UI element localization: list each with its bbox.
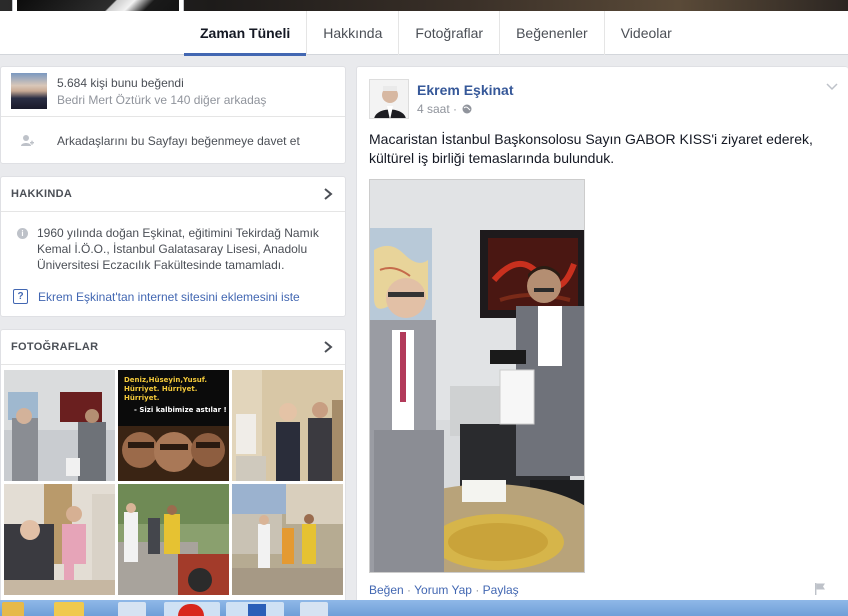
poster-line: Deniz,Hüseyin,Yusuf. xyxy=(124,376,208,384)
globe-icon[interactable] xyxy=(462,104,472,114)
post-timestamp[interactable]: 4 saat · xyxy=(417,102,457,116)
page-avatar[interactable] xyxy=(11,73,47,109)
photos-header[interactable]: FOTOĞRAFLAR xyxy=(1,330,345,365)
tab-about[interactable]: Hakkında xyxy=(307,11,400,55)
chevron-down-icon[interactable] xyxy=(826,83,838,91)
poster-text: Deniz,Hüseyin,Yusuf. Hürriyet. Hürriyet.… xyxy=(124,376,229,415)
poster-line: Hürriyet. Hürriyet. Hürriyet. xyxy=(124,385,198,402)
question-icon: ? xyxy=(13,289,28,304)
post-author-name[interactable]: Ekrem Eşkinat xyxy=(417,82,514,98)
actions-separator: · xyxy=(471,583,483,597)
photo-thumbnail[interactable] xyxy=(232,484,343,595)
photos-header-label: FOTOĞRAFLAR xyxy=(11,341,99,353)
likes-card: 5.684 kişi bunu beğendi Bedri Mert Öztür… xyxy=(0,66,346,164)
invite-friends-text: Arkadaşlarını bu Sayfayı beğenmeye davet… xyxy=(57,134,300,148)
tab-timeline[interactable]: Zaman Tüneli xyxy=(184,11,308,56)
photos-card: FOTOĞRAFLAR Deniz,Hüseyin,Yusuf. Hürriye… xyxy=(0,329,346,616)
avatar-image xyxy=(370,80,408,118)
actions-separator: · xyxy=(403,583,415,597)
likes-summary: 5.684 kişi bunu beğendi Bedri Mert Öztür… xyxy=(11,73,266,109)
taskbar-app-icon[interactable] xyxy=(226,602,284,616)
chevron-right-icon xyxy=(324,188,333,200)
likes-count[interactable]: 5.684 kişi bunu beğendi xyxy=(57,75,266,92)
tab-photos[interactable]: Fotoğraflar xyxy=(399,11,501,55)
ask-website-link[interactable]: Ekrem Eşkinat'tan internet sitesini ekle… xyxy=(38,290,300,304)
invite-friends-row[interactable]: Arkadaşlarını bu Sayfayı beğenmeye davet… xyxy=(19,133,300,149)
share-link[interactable]: Paylaş xyxy=(483,583,519,597)
tab-videos[interactable]: Videolar xyxy=(605,11,688,55)
post-card: Ekrem Eşkinat 4 saat · Macaristan İstanb… xyxy=(356,66,848,616)
photo-thumbnail[interactable] xyxy=(118,484,229,595)
tab-likes[interactable]: Beğenenler xyxy=(500,11,605,55)
photo-thumbnail[interactable]: Deniz,Hüseyin,Yusuf. Hürriyet. Hürriyet.… xyxy=(118,370,229,481)
photo-village xyxy=(232,484,343,595)
friends-like[interactable]: Bedri Mert Öztürk ve 140 diğer arkadaş xyxy=(57,92,266,109)
taskbar-app-icon[interactable] xyxy=(118,602,146,616)
page-nav-bar: Zaman Tüneli Hakkında Fotoğraflar Beğene… xyxy=(0,11,848,56)
chevron-right-icon xyxy=(324,341,333,353)
app-icon xyxy=(248,604,266,616)
divider xyxy=(1,116,345,117)
photo-thumbnail[interactable] xyxy=(4,370,115,481)
about-card: HAKKINDA i 1960 yılında doğan Eşkinat, e… xyxy=(0,176,346,317)
photo-street xyxy=(118,484,229,595)
photo-family xyxy=(4,484,115,595)
info-icon: i xyxy=(17,228,28,239)
like-link[interactable]: Beğen xyxy=(369,583,404,597)
ask-website-row[interactable]: ? Ekrem Eşkinat'tan internet sitesini ek… xyxy=(13,289,300,304)
taskbar-app-icon[interactable] xyxy=(2,602,24,616)
flag-icon[interactable] xyxy=(814,582,826,595)
photo-meeting xyxy=(4,370,115,481)
post-text: Macaristan İstanbul Başkonsolosu Sayın G… xyxy=(369,131,813,166)
browser-icon xyxy=(178,604,204,616)
about-header[interactable]: HAKKINDA xyxy=(1,177,345,212)
photo-thumbnail[interactable] xyxy=(232,370,343,481)
post-author-avatar[interactable] xyxy=(369,79,409,119)
comment-link[interactable]: Yorum Yap xyxy=(414,583,472,597)
taskbar-app-icon[interactable] xyxy=(54,602,84,616)
add-friend-icon xyxy=(21,135,34,146)
photo-handshake xyxy=(232,370,343,481)
os-taskbar xyxy=(0,600,848,616)
poster-line: - Sizi kalbimize astılar ! xyxy=(134,406,227,414)
taskbar-app-icon[interactable] xyxy=(300,602,328,616)
about-description: 1960 yılında doğan Eşkinat, eğitimini Te… xyxy=(37,226,319,272)
page-tabs: Zaman Tüneli Hakkında Fotoğraflar Beğene… xyxy=(184,11,688,56)
meeting-photo xyxy=(370,180,584,572)
post-actions: Beğen · Yorum Yap · Paylaş xyxy=(369,583,519,597)
post-meta: 4 saat · xyxy=(417,102,472,116)
about-header-label: HAKKINDA xyxy=(11,188,73,200)
photo-thumbnail[interactable] xyxy=(4,484,115,595)
likes-text: 5.684 kişi bunu beğendi Bedri Mert Öztür… xyxy=(57,73,266,109)
taskbar-app-icon[interactable] xyxy=(164,602,220,616)
post-photo[interactable] xyxy=(369,179,585,573)
